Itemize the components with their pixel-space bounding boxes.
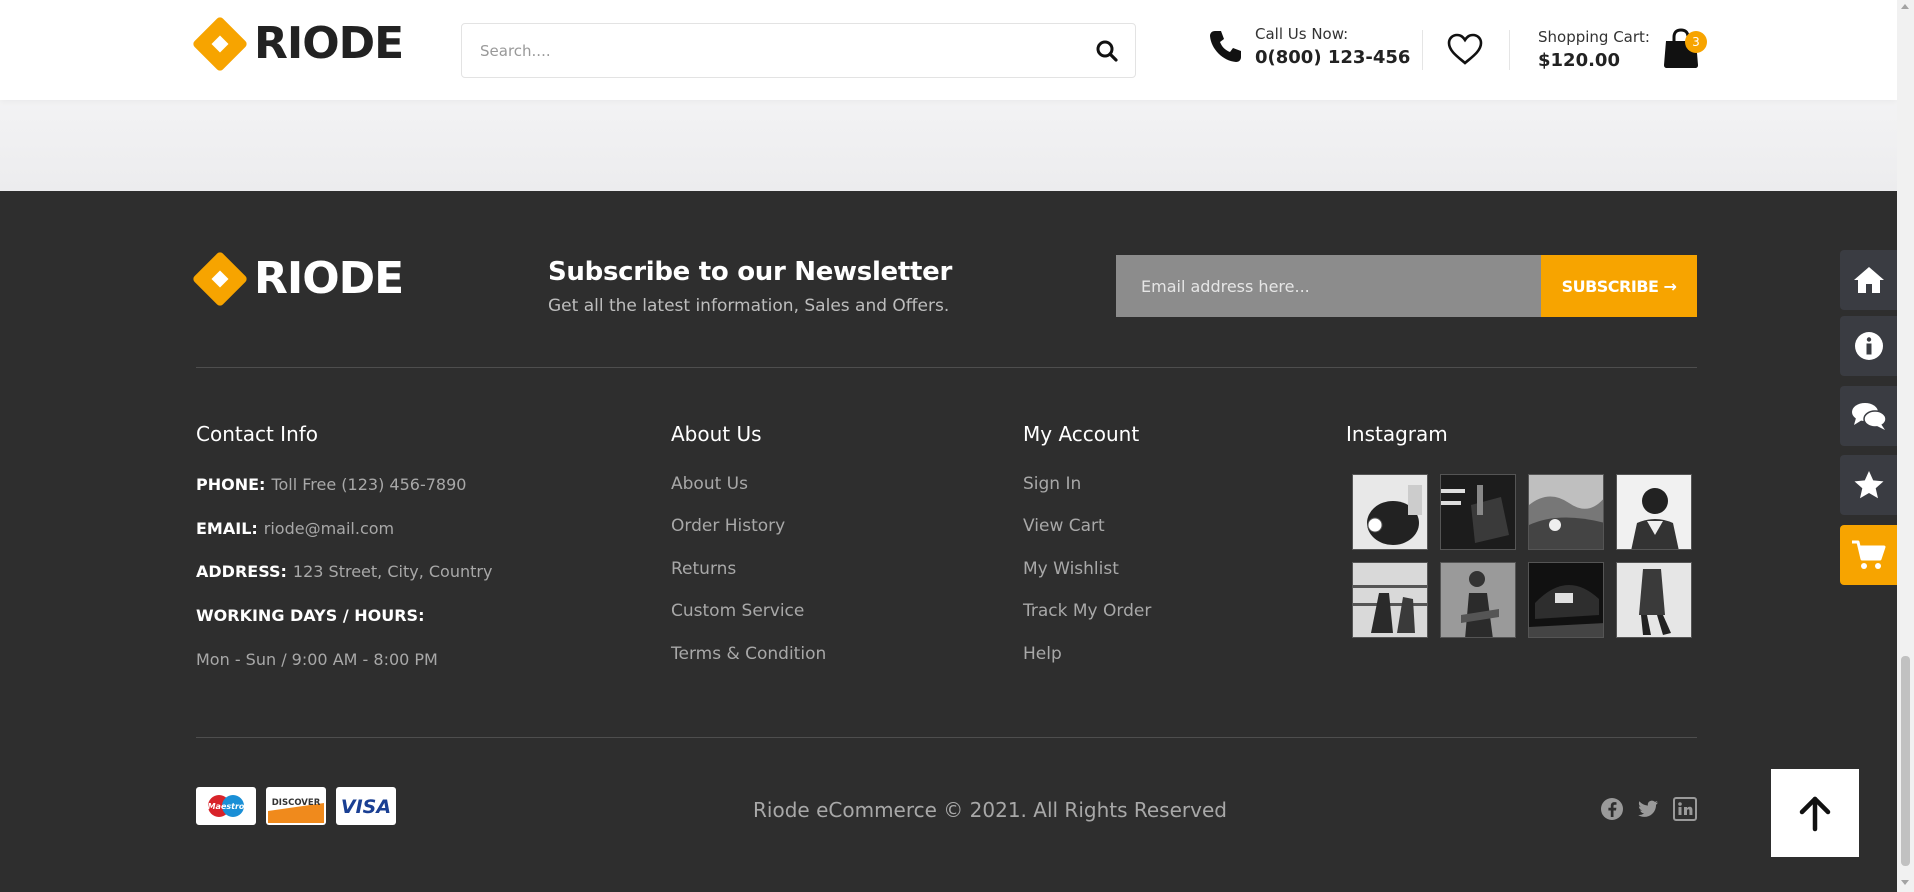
search-icon	[1096, 40, 1118, 62]
call-label: Call Us Now:	[1255, 25, 1349, 43]
footer-link-view-cart[interactable]: View Cart	[1023, 516, 1105, 536]
scroll-up-arrow-icon[interactable]	[1901, 4, 1909, 9]
cart-count-badge: 3	[1685, 31, 1707, 53]
contact-email: EMAIL: riode@mail.com	[196, 519, 394, 538]
sidebar-info-button[interactable]	[1840, 316, 1897, 376]
sidebar-home-button[interactable]	[1840, 250, 1897, 310]
about-title: About Us	[671, 422, 762, 446]
newsletter-title: Subscribe to our Newsletter	[548, 257, 953, 287]
star-icon	[1854, 471, 1883, 499]
email-label: EMAIL:	[196, 519, 258, 538]
copyright-text: Riode eCommerce © 2021. All Rights Reser…	[753, 798, 1227, 822]
newsletter-subtitle: Get all the latest information, Sales an…	[548, 296, 950, 316]
instagram-photo[interactable]	[1352, 562, 1428, 638]
contact-hours-label: WORKING DAYS / HOURS:	[196, 606, 430, 625]
subscribe-button[interactable]: SUBSCRIBE →	[1541, 255, 1697, 317]
newsletter-form: SUBSCRIBE →	[1116, 255, 1697, 317]
instagram-grid	[1352, 474, 1692, 638]
arrow-up-icon	[1799, 796, 1831, 832]
cart-icon	[1851, 540, 1885, 569]
divider	[1422, 30, 1423, 70]
home-icon	[1853, 267, 1884, 293]
footer-link-returns[interactable]: Returns	[671, 559, 736, 579]
logo-text: RIODE	[254, 253, 404, 304]
footer-link-track-order[interactable]: Track My Order	[1023, 601, 1151, 621]
instagram-photo[interactable]	[1616, 562, 1692, 638]
instagram-photo[interactable]	[1528, 474, 1604, 550]
header-logo[interactable]: RIODE	[191, 15, 404, 73]
call-number[interactable]: 0(800) 123-456	[1255, 47, 1410, 68]
chat-icon	[1851, 403, 1887, 430]
info-icon	[1854, 332, 1883, 360]
footer-link-help[interactable]: Help	[1023, 644, 1062, 664]
hours-label: WORKING DAYS / HOURS:	[196, 606, 425, 625]
wishlist-button[interactable]	[1446, 30, 1484, 68]
instagram-title: Instagram	[1346, 422, 1448, 446]
email-value[interactable]: riode@mail.com	[264, 519, 394, 538]
twitter-icon[interactable]	[1636, 797, 1660, 821]
footer-link-about-us[interactable]: About Us	[671, 474, 748, 494]
instagram-photo[interactable]	[1440, 474, 1516, 550]
instagram-photo[interactable]	[1616, 474, 1692, 550]
sidebar-cart-button[interactable]	[1840, 525, 1897, 585]
footer-link-order-history[interactable]: Order History	[671, 516, 785, 536]
content-band	[0, 100, 1897, 191]
site-header: RIODE Call Us Now: 0(800) 123-456 Shoppi…	[0, 0, 1897, 100]
footer-link-sign-in[interactable]: Sign In	[1023, 474, 1081, 494]
cart-label: Shopping Cart:	[1538, 28, 1650, 46]
sidebar-chat-button[interactable]	[1840, 386, 1897, 446]
divider	[1509, 30, 1510, 70]
address-label: ADDRESS:	[196, 562, 287, 581]
contact-title: Contact Info	[196, 422, 319, 446]
contact-address: ADDRESS: 123 Street, City, Country	[196, 562, 492, 581]
site-footer: RIODE Subscribe to our Newsletter Get al…	[0, 191, 1897, 892]
facebook-icon[interactable]	[1600, 797, 1624, 821]
instagram-photo[interactable]	[1440, 562, 1516, 638]
heart-icon	[1447, 33, 1483, 65]
search-bar	[461, 23, 1136, 78]
footer-link-wishlist[interactable]: My Wishlist	[1023, 559, 1119, 579]
footer-link-terms[interactable]: Terms & Condition	[671, 644, 826, 664]
instagram-photo[interactable]	[1352, 474, 1428, 550]
phone-icon	[1210, 30, 1241, 62]
footer-divider	[196, 737, 1697, 738]
cart-summary[interactable]: Shopping Cart: $120.00	[1538, 28, 1650, 71]
linkedin-icon[interactable]	[1673, 797, 1697, 821]
footer-divider	[196, 367, 1697, 368]
call-us[interactable]: Call Us Now: 0(800) 123-456	[1205, 25, 1410, 68]
search-input[interactable]	[462, 41, 1079, 60]
logo-mark-icon	[191, 250, 249, 308]
account-title: My Account	[1023, 422, 1140, 446]
newsletter-email-input[interactable]	[1116, 255, 1541, 317]
page-scrollbar[interactable]	[1897, 0, 1914, 892]
contact-hours: Mon - Sun / 9:00 AM - 8:00 PM	[196, 650, 438, 669]
cart-total: $120.00	[1538, 50, 1620, 71]
phone-label: PHONE:	[196, 475, 266, 494]
footer-link-custom-service[interactable]: Custom Service	[671, 601, 804, 621]
logo-mark-icon	[191, 15, 249, 73]
footer-logo[interactable]: RIODE	[191, 250, 404, 308]
phone-value[interactable]: Toll Free (123) 456-7890	[271, 475, 466, 494]
search-button[interactable]	[1079, 24, 1135, 77]
logo-text: RIODE	[254, 18, 404, 69]
contact-phone: PHONE: Toll Free (123) 456-7890	[196, 475, 466, 494]
scrollbar-thumb[interactable]	[1901, 656, 1910, 866]
instagram-photo[interactable]	[1528, 562, 1604, 638]
scroll-down-arrow-icon[interactable]	[1901, 880, 1909, 885]
address-value: 123 Street, City, Country	[292, 562, 493, 581]
sidebar-favorites-button[interactable]	[1840, 455, 1897, 515]
back-to-top-button[interactable]	[1771, 769, 1859, 857]
